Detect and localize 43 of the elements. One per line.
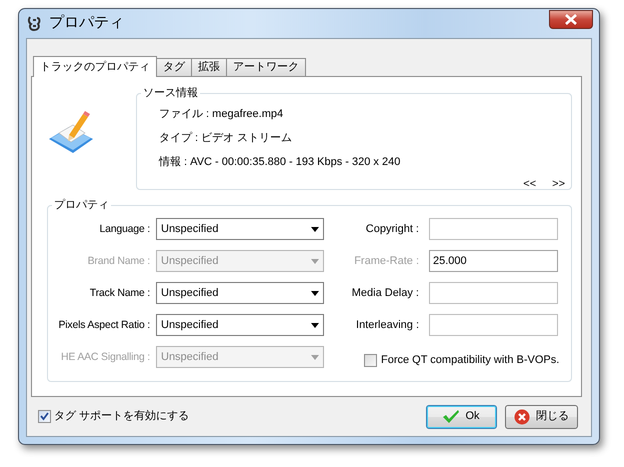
field-label: Pixels Aspect Ratio : — [58, 319, 150, 331]
tab[interactable]: アートワーク — [226, 58, 306, 76]
field-label: Brand Name : — [88, 255, 150, 267]
caret-icon — [311, 354, 319, 360]
tab[interactable]: トラックのプロパティ — [33, 56, 157, 77]
close-icon — [564, 14, 578, 24]
info-text: タイプ : ビデオ ストリーム — [159, 132, 292, 144]
dropdown[interactable]: Unspecified — [156, 282, 324, 304]
window-title: プロパティ — [49, 13, 124, 34]
field-label: Track Name : — [90, 287, 150, 299]
app-icon — [27, 15, 43, 32]
close-icon — [514, 408, 530, 424]
ok-button[interactable]: Ok — [426, 404, 497, 428]
text-field[interactable] — [429, 282, 558, 304]
tab[interactable]: 拡張 — [191, 58, 227, 76]
field-label: Interleaving : — [356, 319, 419, 331]
field-label: Media Delay : — [352, 287, 419, 299]
caret-icon — [311, 258, 319, 264]
dropdown[interactable]: Unspecified — [156, 314, 324, 336]
field-label: Frame-Rate : — [354, 255, 419, 267]
close-button[interactable]: 閉じる — [505, 404, 578, 428]
info-text: ファイル : megafree.mp4 — [159, 108, 284, 120]
text-field[interactable] — [429, 314, 558, 336]
field-label: Copyright : — [366, 223, 419, 235]
checkbox[interactable] — [364, 354, 377, 367]
field-label: Language : — [99, 223, 150, 235]
checkbox-label[interactable]: タグ サポートを有効にする — [54, 408, 190, 425]
checkbox-label[interactable]: Force QT compatibility with B-VOPs. — [381, 352, 560, 368]
checkbox[interactable] — [38, 410, 51, 423]
info-text: 情報 : AVC - 00:00:35.880 - 193 Kbps - 320 x 240 — [159, 156, 400, 168]
text-field[interactable] — [429, 218, 558, 240]
group-title: ソース情報 — [141, 86, 200, 100]
field-label: HE AAC Signalling : — [61, 351, 150, 363]
tab[interactable]: タグ — [156, 58, 192, 76]
caret-icon — [311, 226, 319, 232]
check-icon — [443, 410, 460, 423]
caret-icon — [311, 290, 319, 296]
dropdown[interactable]: Unspecified — [156, 218, 324, 240]
group-title: プロパティ — [52, 198, 111, 212]
previous-link[interactable]: << — [523, 176, 536, 192]
close-button[interactable] — [549, 10, 593, 28]
caret-icon — [311, 322, 319, 328]
next-link[interactable]: >> — [552, 176, 565, 192]
